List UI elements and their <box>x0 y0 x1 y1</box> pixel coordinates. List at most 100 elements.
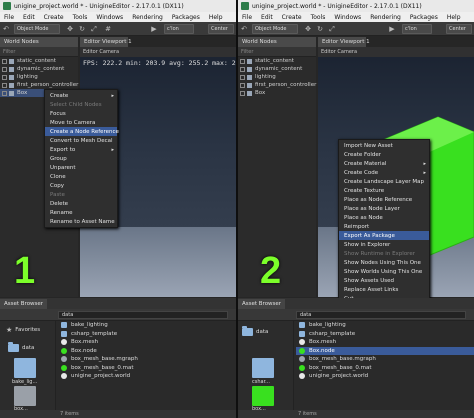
file-thumb[interactable] <box>14 386 36 406</box>
tab-editor-viewport[interactable]: Editor Viewport 1 <box>318 37 370 47</box>
file-row[interactable]: bake_lighting <box>296 321 474 330</box>
visibility-checkbox[interactable] <box>240 90 245 96</box>
node-row[interactable]: static_content <box>0 57 78 65</box>
menu-edit[interactable]: Edit <box>261 14 273 21</box>
scale-icon[interactable]: ⤢ <box>90 25 98 33</box>
menu-create[interactable]: Create <box>44 14 64 21</box>
tab-world-nodes[interactable]: World Nodes <box>238 37 316 47</box>
node-row[interactable]: dynamic_content <box>0 65 78 73</box>
node-row[interactable]: lighting <box>238 73 316 81</box>
scale-icon[interactable]: ⤢ <box>328 25 336 33</box>
menu-edit[interactable]: Edit <box>23 14 35 21</box>
menu-item-clone[interactable]: Clone <box>45 172 117 181</box>
node-row-box[interactable]: Box <box>238 89 316 97</box>
file-row[interactable]: Box.mesh <box>296 338 474 347</box>
menu-rendering[interactable]: Rendering <box>132 14 163 21</box>
menu-packages[interactable]: Packages <box>172 14 200 21</box>
menu-file[interactable]: File <box>4 14 14 21</box>
menu-create[interactable]: Create <box>282 14 302 21</box>
camera-dropdown[interactable]: c'Ion <box>402 24 432 34</box>
menu-item-create-landscape-layer-map[interactable]: Create Landscape Layer Map <box>339 177 429 186</box>
menu-item-create[interactable]: Create ▸ <box>45 91 117 100</box>
menu-item-group[interactable]: Group <box>45 154 117 163</box>
visibility-checkbox[interactable] <box>2 82 7 88</box>
menu-item-export-to[interactable]: Export to ▸ <box>45 145 117 154</box>
file-row[interactable]: box_mesh_base.mgraph <box>58 355 236 364</box>
menu-item-import-new-asset[interactable]: Import New Asset <box>339 141 429 150</box>
menu-item-delete[interactable]: Delete <box>45 199 117 208</box>
file-row[interactable]: bake_lighting <box>58 321 236 330</box>
menu-item-place-as-node[interactable]: Place as Node <box>339 213 429 222</box>
menu-item-place-as-node-layer[interactable]: Place as Node Layer <box>339 204 429 213</box>
nodes-filter-input[interactable]: Filter <box>238 47 316 57</box>
rotate-icon[interactable]: ↻ <box>78 25 86 33</box>
menu-tools[interactable]: Tools <box>311 14 326 21</box>
node-row[interactable]: static_content <box>238 57 316 65</box>
center-dropdown[interactable]: Center <box>446 24 472 34</box>
node-row[interactable]: first_person_controller <box>0 81 78 89</box>
file-row[interactable]: Box.node <box>58 347 236 356</box>
path-field[interactable]: data <box>58 311 228 319</box>
menu-tools[interactable]: Tools <box>73 14 88 21</box>
menu-item-show-in-explorer[interactable]: Show in Explorer <box>339 240 429 249</box>
tab-asset-browser[interactable]: Asset Browser <box>238 299 286 309</box>
menu-item-show-nodes-using-this-one[interactable]: Show Nodes Using This One <box>339 258 429 267</box>
snap-icon[interactable]: # <box>104 25 112 33</box>
visibility-checkbox[interactable] <box>2 74 7 80</box>
menu-item-create-material[interactable]: Create Material ▸ <box>339 159 429 168</box>
menu-item-focus[interactable]: Focus <box>45 109 117 118</box>
rotate-icon[interactable]: ↻ <box>316 25 324 33</box>
menu-help[interactable]: Help <box>447 14 461 21</box>
folder-thumb[interactable] <box>252 358 274 378</box>
visibility-checkbox[interactable] <box>2 58 7 64</box>
nodes-filter-input[interactable]: Filter <box>0 47 78 57</box>
visibility-checkbox[interactable] <box>240 58 245 64</box>
object-mode-dropdown[interactable]: Object Mode <box>252 24 298 34</box>
menu-item-show-worlds-using-this-one[interactable]: Show Worlds Using This One <box>339 267 429 276</box>
visibility-checkbox[interactable] <box>240 82 245 88</box>
tab-world-nodes[interactable]: World Nodes <box>0 37 78 47</box>
menu-item-rename-to-asset-name[interactable]: Rename to Asset Name <box>45 217 117 226</box>
node-row[interactable]: dynamic_content <box>238 65 316 73</box>
file-row[interactable]: unigine_project.world <box>58 372 236 381</box>
object-mode-dropdown[interactable]: Object Mode <box>14 24 60 34</box>
file-row[interactable]: csharp_template <box>58 330 236 339</box>
menu-windows[interactable]: Windows <box>96 14 123 21</box>
menu-item-export-as-package[interactable]: Export As Package <box>339 231 429 240</box>
visibility-checkbox[interactable] <box>2 66 7 72</box>
menu-item-create-folder[interactable]: Create Folder <box>339 150 429 159</box>
menu-file[interactable]: File <box>242 14 252 21</box>
move-icon[interactable]: ✥ <box>66 25 74 33</box>
menu-item-unparent[interactable]: Unparent <box>45 163 117 172</box>
file-row[interactable]: box_mesh_base_0.mat <box>296 364 474 373</box>
path-field[interactable]: data <box>296 311 466 319</box>
file-row-selected[interactable]: Box.node <box>296 346 474 355</box>
visibility-checkbox[interactable] <box>2 90 7 96</box>
visibility-checkbox[interactable] <box>240 66 245 72</box>
editor-camera-label[interactable]: Editor Camera <box>83 49 119 55</box>
tab-editor-viewport[interactable]: Editor Viewport 1 <box>80 37 132 47</box>
center-dropdown[interactable]: Center <box>208 24 234 34</box>
menu-item-show-assets-used[interactable]: Show Assets Used <box>339 276 429 285</box>
camera-dropdown[interactable]: c'Ion <box>164 24 194 34</box>
menu-item-reimport[interactable]: Reimport <box>339 222 429 231</box>
tab-asset-browser[interactable]: Asset Browser <box>0 299 48 309</box>
menu-item-create-code[interactable]: Create Code ▸ <box>339 168 429 177</box>
menu-windows[interactable]: Windows <box>334 14 361 21</box>
node-row[interactable]: lighting <box>0 73 78 81</box>
favorites-item[interactable]: ★ Favorites <box>6 325 40 335</box>
menu-packages[interactable]: Packages <box>410 14 438 21</box>
file-row[interactable]: box_mesh_base_0.mat <box>58 364 236 373</box>
menu-item-rename[interactable]: Rename <box>45 208 117 217</box>
node-thumb[interactable] <box>252 386 274 406</box>
file-row[interactable]: box_mesh_base.mgraph <box>296 355 474 364</box>
play-icon[interactable]: ▶ <box>150 25 158 33</box>
move-icon[interactable]: ✥ <box>304 25 312 33</box>
file-row[interactable]: unigine_project.world <box>296 372 474 381</box>
visibility-checkbox[interactable] <box>240 74 245 80</box>
undo-icon[interactable]: ↶ <box>2 25 10 33</box>
menu-item-place-as-node-reference[interactable]: Place as Node Reference <box>339 195 429 204</box>
menu-rendering[interactable]: Rendering <box>370 14 401 21</box>
menu-item-convert-to-mesh-decal[interactable]: Convert to Mesh Decal <box>45 136 117 145</box>
menu-item-create-a-node-reference[interactable]: Create a Node Reference <box>45 127 119 136</box>
